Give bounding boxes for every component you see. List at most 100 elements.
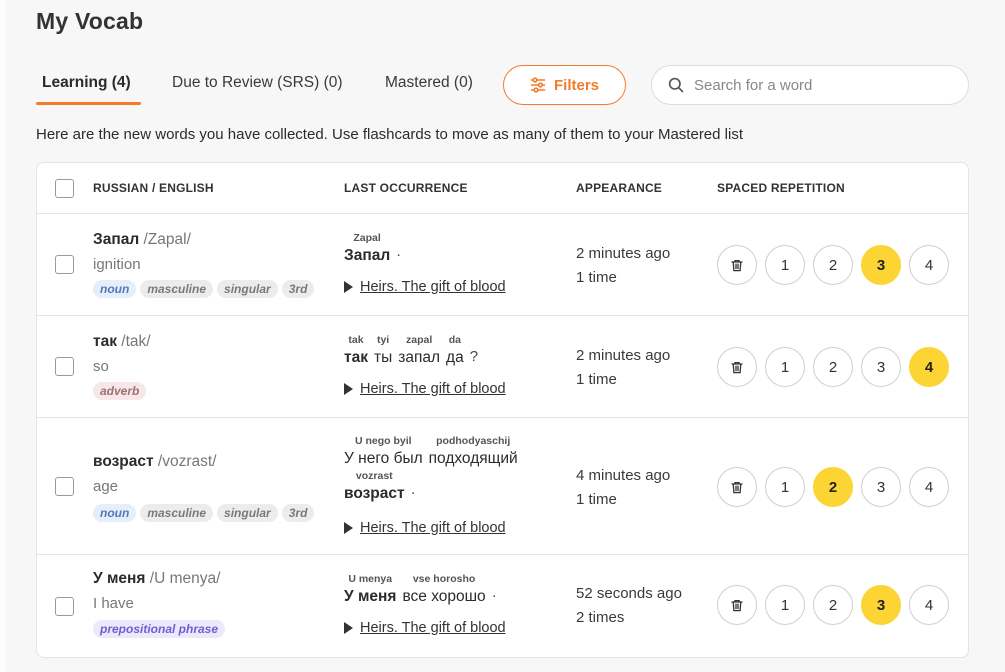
tab-due-to-review[interactable]: Due to Review (SRS) (0) xyxy=(172,74,343,92)
srs-level-4-button[interactable]: 4 xyxy=(909,467,949,507)
transliteration: /vozrast/ xyxy=(157,453,217,470)
sentence-line: U nego byil У него был podhodyaschij подход… xyxy=(344,435,518,468)
last-occurrence: Zapal Запал · xyxy=(344,232,401,265)
active-tab-indicator xyxy=(36,102,141,105)
column-header-appearance: APPEARANCE xyxy=(576,181,663,195)
row-checkbox[interactable] xyxy=(55,357,74,376)
sentence-line: vozrast возраст · xyxy=(344,470,518,503)
source-title[interactable]: Heirs. The gift of blood xyxy=(360,620,506,636)
sentence-punctuation: ? xyxy=(469,348,479,365)
grammar-tags: prepositional phrase xyxy=(93,620,226,638)
source-link[interactable]: Heirs. The gift of blood xyxy=(344,520,506,536)
sentence-punctuation: · xyxy=(396,246,402,263)
vocab-page: My Vocab Learning (4) Due to Review (SRS… xyxy=(0,0,1005,672)
srs-level-3-button[interactable]: 3 xyxy=(861,245,901,285)
play-icon[interactable] xyxy=(344,383,353,395)
russian-word: Запал xyxy=(93,231,140,248)
play-icon[interactable] xyxy=(344,281,353,293)
grammar-tag: 3rd xyxy=(281,504,315,522)
appearance-info: 2 minutes ago 1 time xyxy=(576,344,670,392)
search-box xyxy=(651,65,969,105)
srs-level-2-button[interactable]: 2 xyxy=(813,585,853,625)
srs-level-3-button[interactable]: 3 xyxy=(861,467,901,507)
play-icon[interactable] xyxy=(344,522,353,534)
token-romanization: da xyxy=(448,334,461,346)
token-russian: так xyxy=(344,349,368,366)
srs-level-3-button[interactable]: 3 xyxy=(861,347,901,387)
appearance-count: 1 time xyxy=(576,371,617,388)
tab-mastered[interactable]: Mastered (0) xyxy=(385,74,473,92)
play-icon[interactable] xyxy=(344,622,353,634)
token-romanization: U menya xyxy=(348,573,393,585)
trash-icon xyxy=(731,599,743,611)
source-link[interactable]: Heirs. The gift of blood xyxy=(344,381,506,397)
table-row: возраст /vozrast/age noun masculine singula… xyxy=(37,418,968,555)
token-russian: У меня xyxy=(344,588,397,605)
grammar-tag: noun xyxy=(93,280,137,298)
grammar-tag: masculine xyxy=(140,280,214,298)
appearance-info: 52 seconds ago 2 times xyxy=(576,582,682,630)
sentence-token: tak так xyxy=(344,334,368,367)
search-input[interactable] xyxy=(694,76,934,94)
tab-learning[interactable]: Learning (4) xyxy=(42,74,131,92)
sentence-line: Zapal Запал · xyxy=(344,232,401,265)
filters-button[interactable]: Filters xyxy=(503,65,626,105)
table-row: У меня /U menya/I have prepositional phra… xyxy=(37,555,968,657)
source-link[interactable]: Heirs. The gift of blood xyxy=(344,620,506,636)
srs-level-4-button[interactable]: 4 xyxy=(909,245,949,285)
grammar-tag: 3rd xyxy=(281,280,315,298)
column-header-last-occurrence: LAST OCCURRENCE xyxy=(344,181,468,195)
srs-level-3-button[interactable]: 3 xyxy=(861,585,901,625)
last-occurrence: U nego byil У него был podhodyaschij подход… xyxy=(344,435,518,503)
appearance-info: 2 minutes ago 1 time xyxy=(576,242,670,290)
source-link[interactable]: Heirs. The gift of blood xyxy=(344,279,506,295)
delete-button[interactable] xyxy=(717,467,757,507)
transliteration: /U menya/ xyxy=(149,570,221,587)
srs-level-4-button[interactable]: 4 xyxy=(909,347,949,387)
trash-icon xyxy=(731,481,743,493)
srs-level-1-button[interactable]: 1 xyxy=(765,347,805,387)
appearance-count: 1 time xyxy=(576,491,617,508)
trash-icon xyxy=(731,361,743,373)
source-title[interactable]: Heirs. The gift of blood xyxy=(360,381,506,397)
sentence-token: vozrast возраст xyxy=(344,470,405,503)
source-title[interactable]: Heirs. The gift of blood xyxy=(360,520,506,536)
srs-controls: 1234 xyxy=(717,467,949,507)
srs-level-1-button[interactable]: 1 xyxy=(765,467,805,507)
srs-level-2-button[interactable]: 2 xyxy=(813,245,853,285)
token-romanization: zapal xyxy=(406,334,433,346)
select-all-checkbox[interactable] xyxy=(55,179,74,198)
english-meaning: ignition xyxy=(93,256,141,273)
srs-level-1-button[interactable]: 1 xyxy=(765,585,805,625)
sentence-token: zapal запал xyxy=(398,334,440,367)
column-header-word: RUSSIAN / ENGLISH xyxy=(93,181,214,195)
sentence-token: podhodyaschij подходящий xyxy=(429,435,518,468)
srs-level-2-button[interactable]: 2 xyxy=(813,347,853,387)
vocab-word: Запал /Zapal/ xyxy=(93,231,191,249)
sentence-token: U menya У меня xyxy=(344,573,396,606)
delete-button[interactable] xyxy=(717,347,757,387)
srs-controls: 1234 xyxy=(717,245,949,285)
row-checkbox[interactable] xyxy=(55,477,74,496)
token-romanization: vozrast xyxy=(355,470,393,482)
grammar-tag: masculine xyxy=(140,504,214,522)
grammar-tag: prepositional phrase xyxy=(93,620,226,638)
grammar-tags: noun masculine singular 3rd xyxy=(93,280,315,298)
vocab-word: так /tak/ xyxy=(93,333,151,351)
srs-level-4-button[interactable]: 4 xyxy=(909,585,949,625)
appearance-count: 1 time xyxy=(576,269,617,286)
sliders-icon xyxy=(530,77,546,93)
token-russian: Запал xyxy=(344,247,391,264)
srs-level-2-button[interactable]: 2 xyxy=(813,467,853,507)
row-checkbox[interactable] xyxy=(55,255,74,274)
appearance-time: 2 minutes ago xyxy=(576,245,671,262)
delete-button[interactable] xyxy=(717,585,757,625)
token-romanization: U nego byil xyxy=(355,435,412,447)
sentence-token: vse horosho все хорошо xyxy=(402,573,485,606)
last-occurrence: U menya У меня vse horosho все хорошо · xyxy=(344,573,497,606)
srs-level-1-button[interactable]: 1 xyxy=(765,245,805,285)
english-meaning: I have xyxy=(93,595,134,612)
row-checkbox[interactable] xyxy=(55,597,74,616)
delete-button[interactable] xyxy=(717,245,757,285)
source-title[interactable]: Heirs. The gift of blood xyxy=(360,279,506,295)
